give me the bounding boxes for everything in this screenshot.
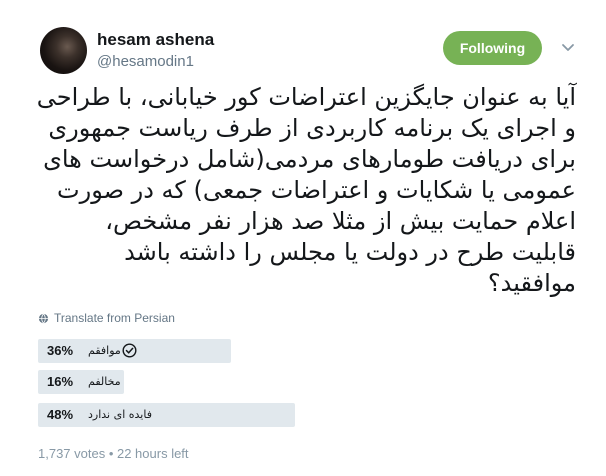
poll-option: 36% موافقم	[38, 339, 578, 363]
poll-footer: 1,737 votes • 22 hours left	[38, 446, 189, 461]
poll-option: 48% فایده ای ندارد	[38, 403, 578, 427]
translate-label: Translate from Persian	[54, 311, 175, 325]
poll-option-label: مخالفم	[88, 375, 121, 388]
following-button[interactable]: Following	[443, 31, 542, 65]
poll-percent: 16%	[47, 374, 74, 389]
user-handle[interactable]: @hesamodin1	[97, 53, 194, 70]
poll-option: 16% مخالفم	[38, 370, 578, 394]
avatar[interactable]	[40, 27, 87, 74]
chevron-down-icon[interactable]	[557, 36, 579, 58]
check-circle-icon	[122, 343, 137, 358]
translate-link[interactable]: Translate from Persian	[38, 311, 175, 325]
poll-option-label: فایده ای ندارد	[88, 408, 152, 421]
tweet-text: آیا به عنوان جایگزین اعتراضات کور خیابان…	[36, 83, 576, 297]
poll-bar	[38, 403, 295, 427]
globe-icon	[38, 313, 49, 323]
poll-percent: 48%	[47, 407, 74, 422]
poll-percent: 36%	[47, 343, 74, 358]
poll-option-label: موافقم	[88, 344, 121, 357]
display-name[interactable]: hesam ashena	[97, 30, 214, 50]
